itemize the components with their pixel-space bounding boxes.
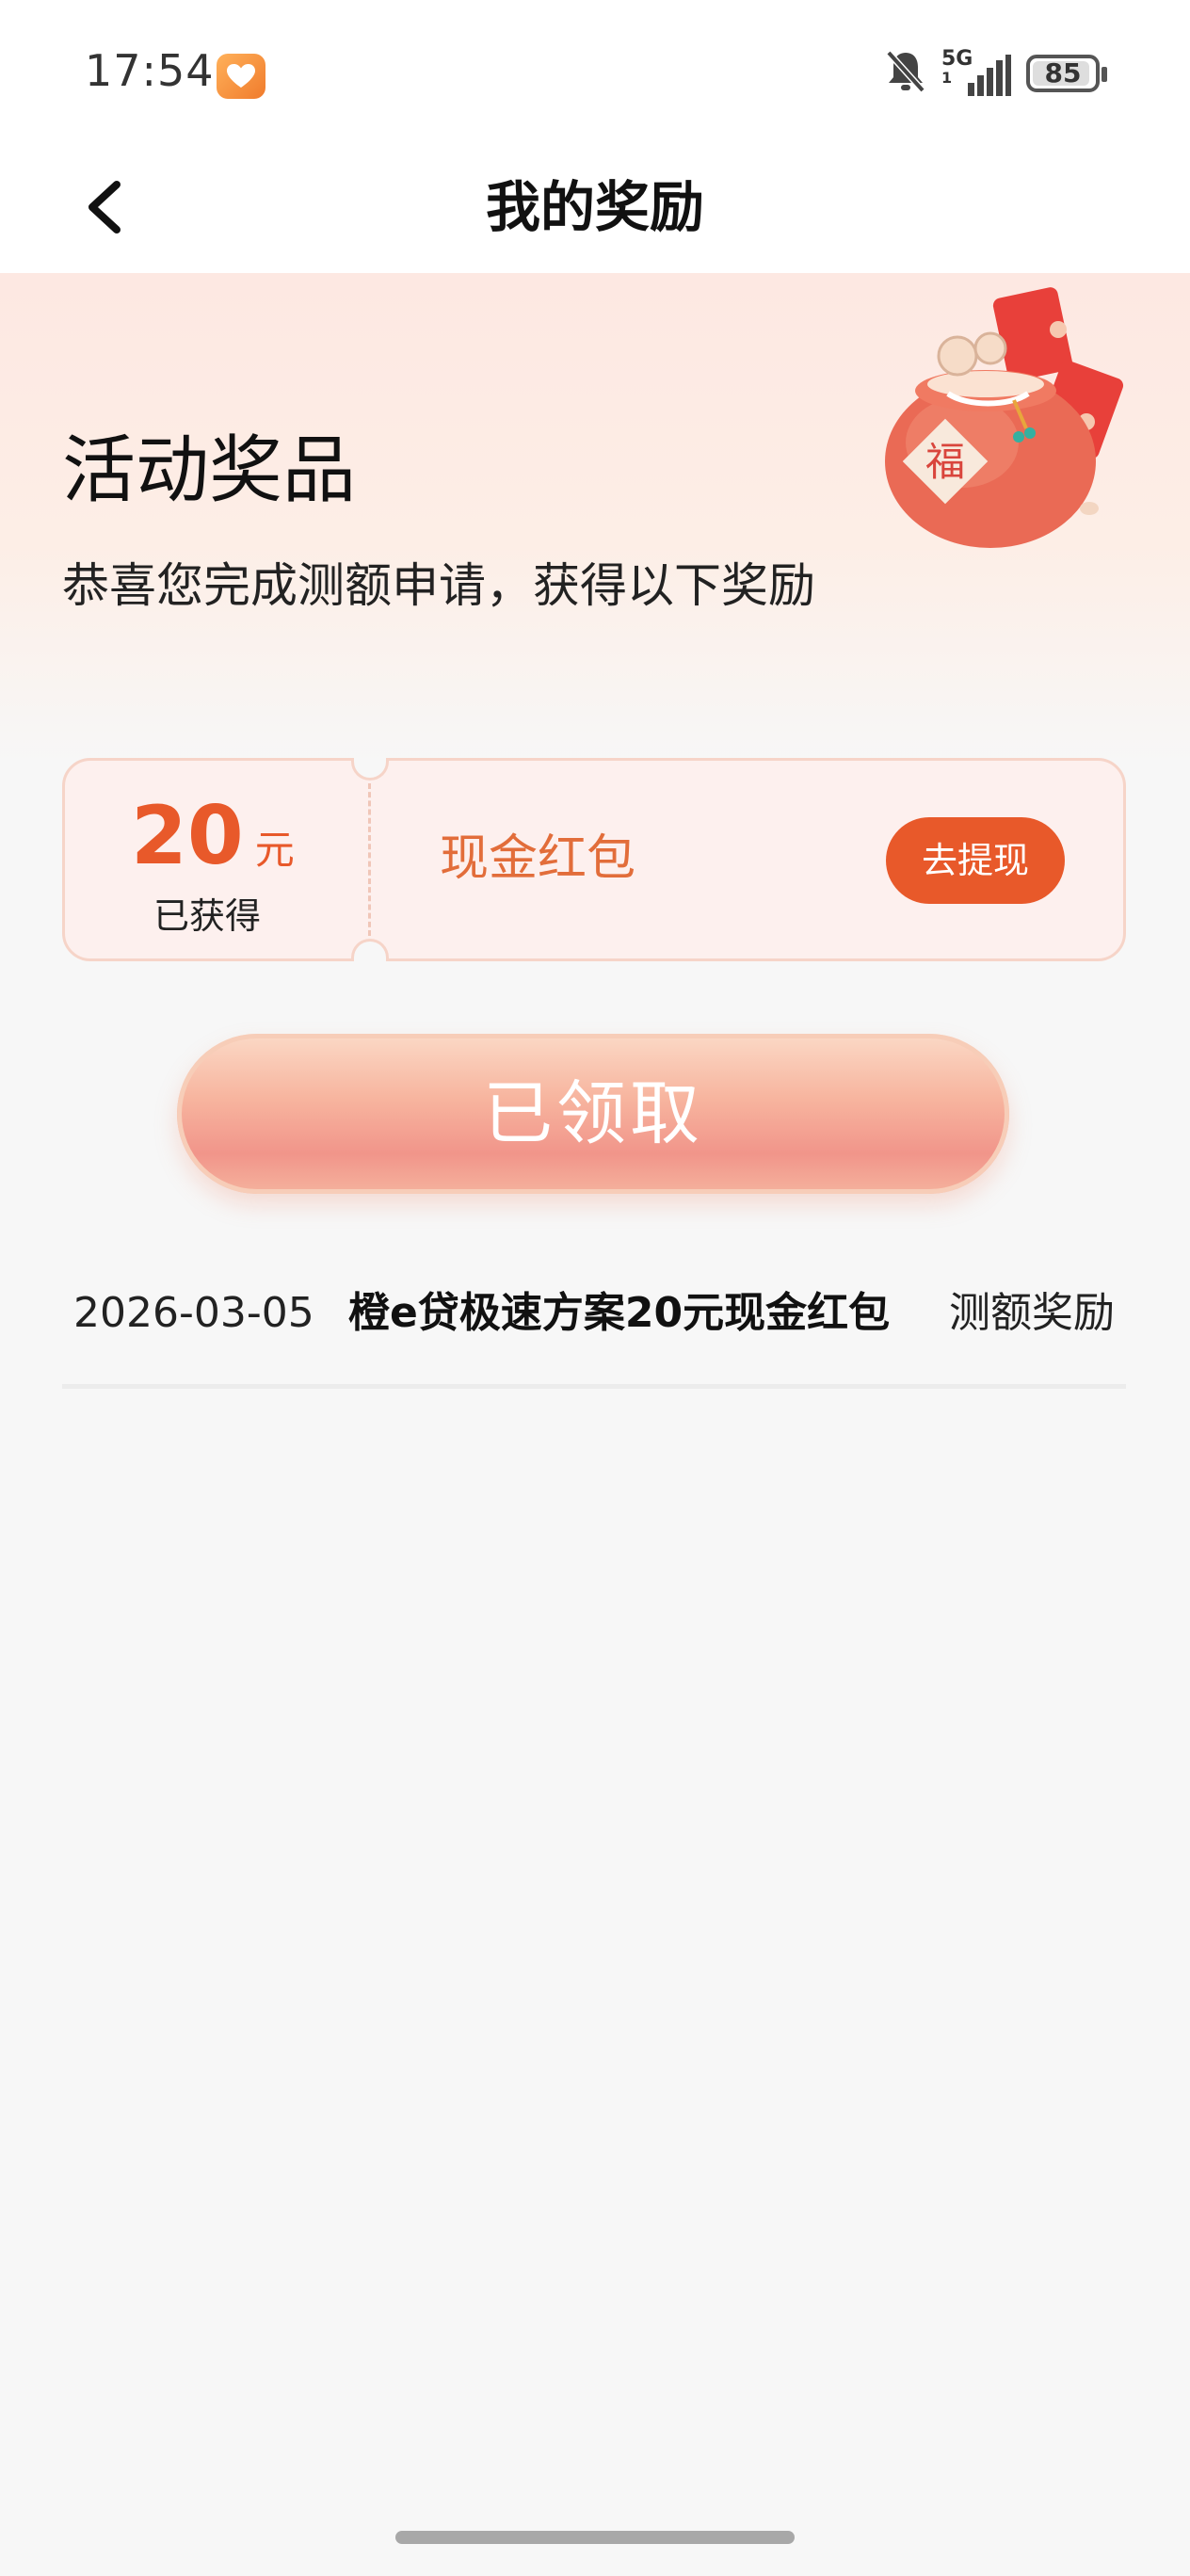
lucky-bag-icon: 福	[885, 287, 1124, 548]
reward-record-row: 2026-03-05 橙e贷极速方案20元现金红包 测额奖励	[62, 1280, 1126, 1389]
status-bar: 17:54 5G 1 85	[0, 0, 1190, 141]
record-type: 测额奖励	[949, 1289, 1115, 1337]
battery-icon: 85	[1026, 55, 1100, 92]
reward-amount-unit: 元	[254, 827, 295, 873]
heart-icon	[217, 54, 265, 99]
claimed-button[interactable]: 已领取	[177, 1034, 1009, 1194]
reward-name: 现金红包	[440, 830, 636, 887]
record-date: 2026-03-05	[73, 1289, 314, 1337]
card-notch-bottom	[351, 939, 389, 961]
status-time: 17:54	[85, 45, 215, 96]
hero-banner: 活动奖品 恭喜您完成测额申请，获得以下奖励 福	[0, 273, 1190, 763]
bell-off-icon	[886, 50, 925, 93]
card-divider	[368, 783, 371, 936]
reward-status: 已获得	[153, 895, 262, 937]
home-indicator[interactable]	[395, 2531, 795, 2544]
record-divider	[62, 1384, 1126, 1389]
battery-cap	[1102, 67, 1107, 82]
hero-subtitle: 恭喜您完成测额申请，获得以下奖励	[62, 558, 815, 613]
reward-amount-value: 20	[131, 789, 244, 883]
card-notch-top	[351, 758, 389, 781]
lucky-bag-label: 福	[925, 439, 965, 485]
reward-card: 20 元 已获得 现金红包 去提现	[62, 758, 1126, 961]
battery-level: 85	[1044, 57, 1082, 89]
nav-bar: 我的奖励	[0, 141, 1190, 273]
reward-amount: 20 元	[131, 789, 295, 883]
record-name: 橙e贷极速方案20元现金红包	[348, 1289, 891, 1337]
hero-title: 活动奖品	[62, 428, 357, 513]
page-title: 我的奖励	[485, 175, 704, 239]
withdraw-button[interactable]: 去提现	[886, 817, 1065, 904]
signal-icon	[968, 55, 1011, 96]
